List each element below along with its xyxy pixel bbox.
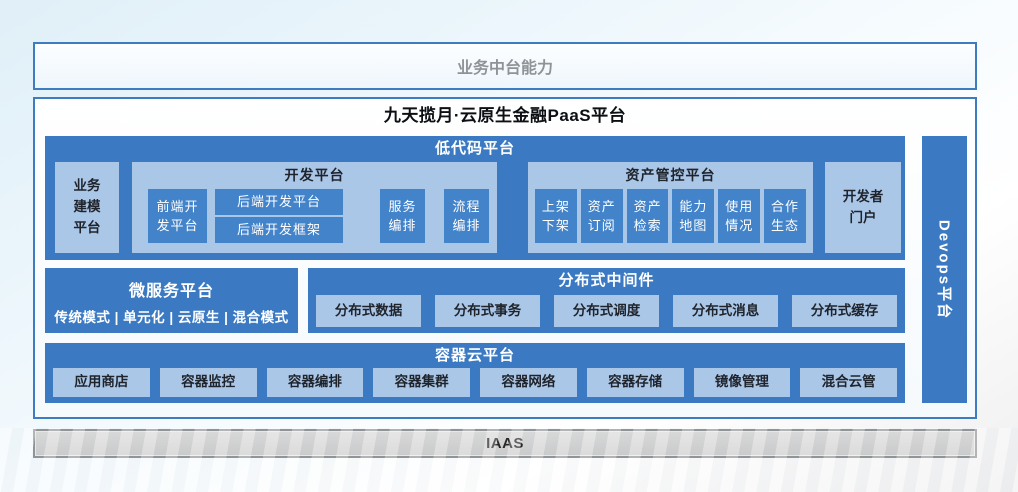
middleware-item-messaging: 分布式消息 xyxy=(673,295,778,327)
container-item-monitoring: 容器监控 xyxy=(160,368,257,397)
section-low-code-platform: 低代码平台 业务 建模 平台 开发平台 前端开 发平台 后端开发平台 后端开发框… xyxy=(45,136,905,260)
backend-dev-framework-box: 后端开发框架 xyxy=(215,217,343,243)
middleware-title: 分布式中间件 xyxy=(308,268,905,294)
business-modeling-platform-box: 业务 建模 平台 xyxy=(55,162,119,253)
container-item-orchestration: 容器编排 xyxy=(267,368,364,397)
section-container-cloud: 容器云平台 应用商店 容器监控 容器编排 容器集群 容器网络 容器存储 镜像管理… xyxy=(45,343,905,403)
low-code-title: 低代码平台 xyxy=(45,136,905,162)
asset-items-row: 上架 下架 资产 订阅 资产 检索 能力 地图 使用 情况 合作 生态 xyxy=(535,189,806,243)
paas-platform-title: 九天揽月·云原生金融PaaS平台 xyxy=(33,101,977,126)
asset-control-panel: 资产管控平台 上架 下架 资产 订阅 资产 检索 能力 地图 使用 情况 合作 … xyxy=(528,162,813,253)
business-midplatform-label: 业务中台能力 xyxy=(457,54,553,78)
asset-control-title: 资产管控平台 xyxy=(528,164,813,186)
backend-dev-platform-box: 后端开发平台 xyxy=(215,189,343,215)
middleware-item-transaction: 分布式事务 xyxy=(435,295,540,327)
middleware-items-row: 分布式数据 分布式事务 分布式调度 分布式消息 分布式缓存 xyxy=(316,295,897,327)
frontend-dev-platform-box: 前端开 发平台 xyxy=(148,189,207,243)
container-items-row: 应用商店 容器监控 容器编排 容器集群 容器网络 容器存储 镜像管理 混合云管 xyxy=(53,368,897,397)
middleware-item-cache: 分布式缓存 xyxy=(792,295,897,327)
asset-item-subscribe: 资产 订阅 xyxy=(581,189,623,243)
container-item-hybrid-cloud: 混合云管 xyxy=(800,368,897,397)
asset-item-search: 资产 检索 xyxy=(627,189,669,243)
section-devops-platform: Devops平台 xyxy=(922,136,967,403)
asset-item-capability-map: 能力 地图 xyxy=(672,189,714,243)
devops-label: Devops平台 xyxy=(934,219,955,319)
asset-item-shelf: 上架 下架 xyxy=(535,189,577,243)
container-item-cluster: 容器集群 xyxy=(373,368,470,397)
process-orchestration-box: 流程 编排 xyxy=(444,189,489,243)
business-midplatform-banner: 业务中台能力 xyxy=(33,42,977,90)
iaas-label: IAAS xyxy=(486,435,524,452)
backend-stack: 后端开发平台 后端开发框架 xyxy=(215,189,343,243)
container-item-network: 容器网络 xyxy=(480,368,577,397)
container-item-image-mgmt: 镜像管理 xyxy=(694,368,791,397)
asset-item-ecosystem: 合作 生态 xyxy=(764,189,806,243)
middleware-item-scheduling: 分布式调度 xyxy=(554,295,659,327)
section-microservice-platform: 微服务平台 传统模式 | 单元化 | 云原生 | 混合模式 xyxy=(45,268,298,333)
middleware-item-data: 分布式数据 xyxy=(316,295,421,327)
dev-platform-panel: 开发平台 前端开 发平台 后端开发平台 后端开发框架 服务 编排 流程 编排 xyxy=(132,162,497,253)
asset-item-usage: 使用 情况 xyxy=(718,189,760,243)
container-cloud-title: 容器云平台 xyxy=(45,343,905,368)
iaas-bar: IAAS xyxy=(33,429,977,458)
section-distributed-middleware: 分布式中间件 分布式数据 分布式事务 分布式调度 分布式消息 分布式缓存 xyxy=(308,268,905,333)
microservice-title: 微服务平台 xyxy=(45,277,298,301)
microservice-modes: 传统模式 | 单元化 | 云原生 | 混合模式 xyxy=(45,306,298,326)
service-orchestration-box: 服务 编排 xyxy=(380,189,425,243)
container-item-storage: 容器存储 xyxy=(587,368,684,397)
container-item-app-store: 应用商店 xyxy=(53,368,150,397)
architecture-diagram: 业务中台能力 九天揽月·云原生金融PaaS平台 低代码平台 业务 建模 平台 开… xyxy=(0,0,1018,492)
developer-portal-box: 开发者 门户 xyxy=(825,162,901,253)
dev-platform-title: 开发平台 xyxy=(132,164,497,186)
